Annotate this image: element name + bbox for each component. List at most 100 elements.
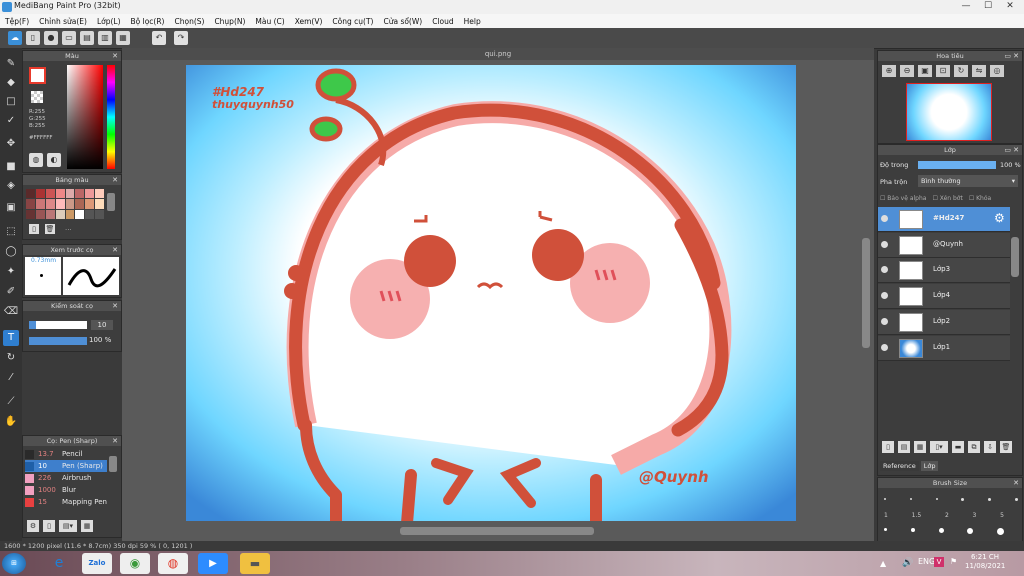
eye-icon[interactable]: [881, 215, 888, 222]
palette-scrollbar[interactable]: [107, 193, 115, 211]
zoom-icon[interactable]: ▶: [198, 553, 228, 574]
select-tool-icon[interactable]: ⬚: [3, 224, 19, 240]
add-brush-icon[interactable]: ▯: [43, 520, 55, 532]
swatch[interactable]: [95, 199, 104, 209]
brush-size-dot[interactable]: [884, 498, 886, 500]
eye-icon[interactable]: [881, 240, 888, 248]
check-tool-icon[interactable]: ✓: [3, 113, 19, 129]
volume-icon[interactable]: 🔊: [902, 558, 913, 568]
tray-chevron-icon[interactable]: ▲: [880, 559, 886, 568]
lock-checkbox[interactable]: ☐ Khóa: [969, 195, 991, 202]
color-mix-icon[interactable]: ◐: [47, 153, 61, 167]
layer-row[interactable]: Lớp1: [878, 335, 1010, 361]
close-icon[interactable]: ✕: [1013, 478, 1019, 488]
menu-tools[interactable]: Công cụ(T): [327, 17, 378, 26]
brush-settings-icon[interactable]: ⚙: [27, 520, 39, 532]
undock-icon[interactable]: ▭: [1004, 145, 1011, 155]
menu-cloud[interactable]: Cloud: [427, 17, 458, 26]
eyedropper-tool-icon[interactable]: ⁄: [3, 370, 19, 386]
blend-mode-select[interactable]: Bình thường ▾: [918, 175, 1018, 187]
brush-item[interactable]: 13.7 Pencil: [25, 448, 107, 460]
swatch[interactable]: [65, 199, 75, 209]
swatch[interactable]: [65, 189, 75, 199]
layer-opacity-slider[interactable]: [918, 161, 996, 169]
chrome-icon[interactable]: ◍: [158, 553, 188, 574]
vpn-icon[interactable]: V: [934, 557, 944, 567]
swatch[interactable]: [85, 209, 95, 219]
zoom-out-icon[interactable]: ⊖: [900, 65, 914, 77]
swatch[interactable]: [75, 189, 85, 199]
hand-tool-icon[interactable]: ✋: [3, 414, 19, 430]
minimize-button[interactable]: —: [955, 0, 977, 13]
brush-size-dot[interactable]: [884, 528, 887, 531]
transparent-swatch[interactable]: [31, 91, 43, 103]
swatch[interactable]: [35, 199, 45, 209]
tab-reference[interactable]: Reference: [880, 461, 919, 471]
add-swatch-icon[interactable]: ▯: [29, 224, 39, 234]
save-icon[interactable]: ▤: [80, 31, 94, 45]
add-layer-menu-icon[interactable]: ▯▾: [930, 441, 948, 453]
brush-size-dot[interactable]: [938, 528, 944, 533]
swatch[interactable]: [65, 209, 75, 219]
comment-icon[interactable]: ●: [44, 31, 58, 45]
gear-icon[interactable]: ⚙: [994, 211, 1005, 225]
swatch[interactable]: [45, 209, 55, 219]
undo-icon[interactable]: ↶: [152, 31, 166, 45]
pen-tool-icon[interactable]: ⟋: [3, 394, 19, 410]
menu-edit[interactable]: Chỉnh sửa(E): [34, 17, 92, 26]
select-eraser-tool-icon[interactable]: ⌫: [3, 304, 19, 320]
folder-icon[interactable]: ▬: [952, 441, 964, 453]
swatch[interactable]: [26, 209, 35, 219]
bucket-tool-icon[interactable]: ◈: [3, 178, 19, 194]
brush-scrollbar[interactable]: [109, 456, 117, 472]
eye-icon[interactable]: [881, 317, 888, 325]
eye-icon[interactable]: [881, 343, 888, 351]
brush-size-dot[interactable]: [961, 498, 965, 501]
cloud-icon[interactable]: ☁: [8, 31, 22, 45]
duplicate-layer-icon[interactable]: ⧉: [968, 441, 980, 453]
ie-icon[interactable]: e: [44, 553, 74, 574]
gradient-tool-icon[interactable]: ▣: [3, 200, 19, 216]
color-field[interactable]: [67, 65, 103, 169]
new-file-icon[interactable]: ▯: [26, 31, 40, 45]
swatch[interactable]: [35, 189, 45, 199]
primary-color-swatch[interactable]: [29, 67, 46, 84]
brush-size-dot[interactable]: [997, 528, 1004, 535]
brush-size-dot[interactable]: [967, 528, 974, 534]
menu-layer[interactable]: Lớp(L): [92, 17, 126, 26]
eye-icon[interactable]: [881, 266, 888, 274]
close-icon[interactable]: ✕: [112, 301, 118, 311]
navigator-thumbnail[interactable]: [906, 83, 992, 141]
keyboard-icon[interactable]: ENG: [918, 557, 935, 566]
swatch[interactable]: [55, 209, 65, 219]
brush-opacity-slider[interactable]: [29, 337, 87, 345]
layer-row[interactable]: Lớp3: [878, 258, 1010, 284]
delete-layer-icon[interactable]: 🗑: [1000, 441, 1012, 453]
brush-tool-icon[interactable]: ✎: [3, 56, 19, 72]
swatch[interactable]: [95, 209, 104, 219]
export-icon[interactable]: ▥: [98, 31, 112, 45]
brush-size-slider[interactable]: [29, 321, 87, 329]
brush-item[interactable]: 1000 Blur: [25, 484, 107, 496]
brush-size-value[interactable]: 10: [91, 320, 113, 330]
brush-size-dot[interactable]: [910, 528, 915, 532]
document-tab[interactable]: qui.png: [122, 48, 874, 60]
swatch[interactable]: [85, 199, 95, 209]
grid-icon[interactable]: ▦: [116, 31, 130, 45]
redo-icon[interactable]: ↷: [174, 31, 188, 45]
fill-rect-tool-icon[interactable]: ■: [3, 159, 19, 175]
menu-view[interactable]: Xem(V): [290, 17, 328, 26]
magic-wand-tool-icon[interactable]: ✦: [3, 264, 19, 280]
swatch[interactable]: [75, 199, 85, 209]
close-icon[interactable]: ✕: [1013, 51, 1019, 61]
flip-icon[interactable]: ⇋: [972, 65, 986, 77]
swatch[interactable]: [45, 189, 55, 199]
menu-window[interactable]: Cửa sổ(W): [378, 17, 427, 26]
vertical-scrollbar[interactable]: [862, 238, 870, 348]
chat-icon[interactable]: ▭: [62, 31, 76, 45]
close-icon[interactable]: ✕: [1013, 145, 1019, 155]
menu-snap[interactable]: Chụp(N): [209, 17, 250, 26]
swatch[interactable]: [55, 199, 65, 209]
undock-icon[interactable]: ▭: [1004, 51, 1011, 61]
network-icon[interactable]: ⚑: [950, 557, 957, 566]
